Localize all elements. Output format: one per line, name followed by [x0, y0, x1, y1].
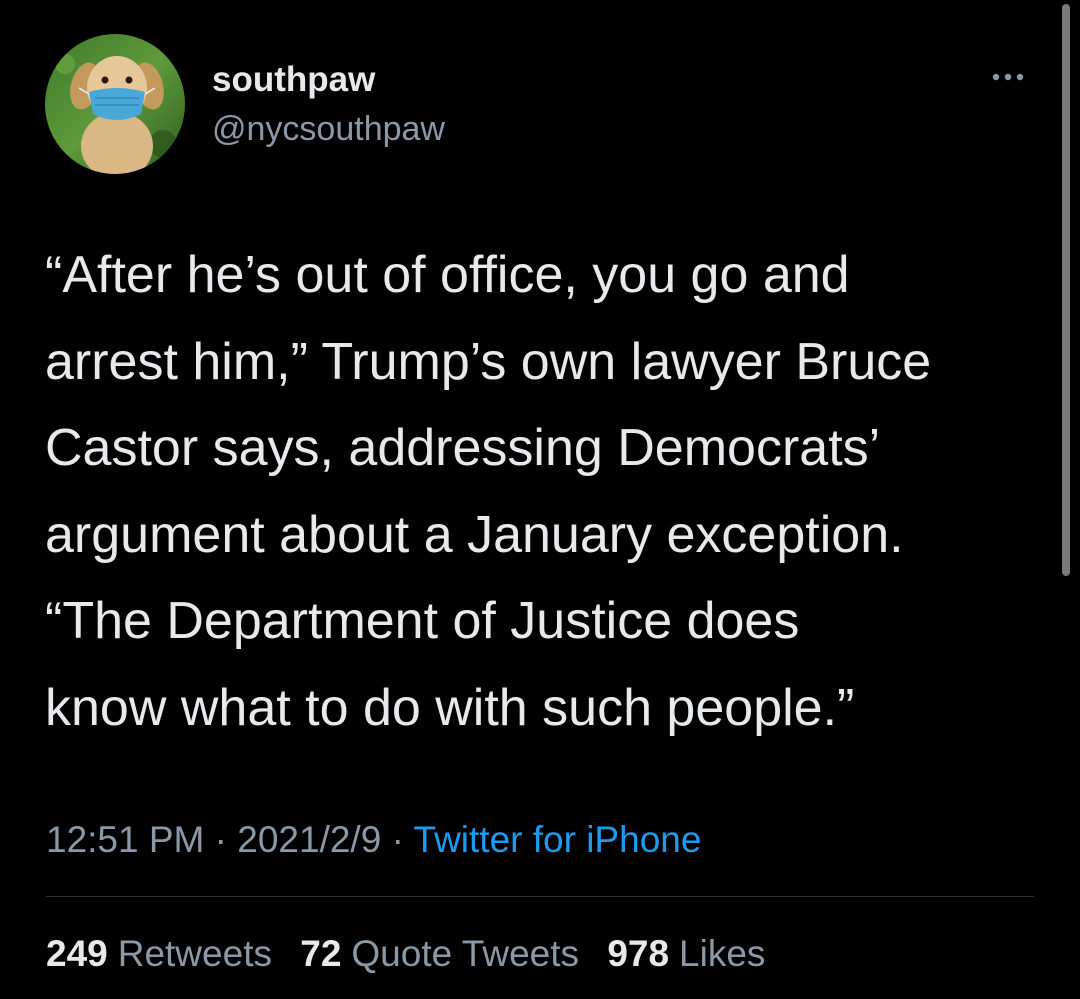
likes-stat[interactable]: 978 Likes [607, 929, 765, 979]
retweets-label: Retweets [117, 933, 272, 974]
tweet-text-line: know what to do with such people.” [45, 678, 855, 737]
meta-separator: · [381, 819, 414, 860]
quote-tweets-count: 72 [300, 933, 342, 974]
retweets-stat[interactable]: 249 Retweets [46, 929, 272, 979]
tweet-text-line: Castor says, addressing Democrats’ [45, 419, 881, 477]
tweet-stats: 249 Retweets 72 Quote Tweets 978 Likes [46, 929, 783, 979]
user-handle[interactable]: @nycsouthpaw [212, 106, 445, 152]
tweet-time[interactable]: 12:51 PM [46, 819, 204, 860]
quote-tweets-stat[interactable]: 72 Quote Tweets [300, 929, 579, 979]
scrollbar[interactable] [1062, 4, 1070, 576]
tweet-text-line: arrest him,” Trump’s own lawyer Bruce [45, 332, 932, 391]
likes-count: 978 [607, 933, 670, 974]
quote-tweets-label: Quote Tweets [351, 933, 580, 974]
divider [46, 896, 1034, 897]
avatar[interactable] [45, 34, 185, 174]
display-name[interactable]: southpaw [212, 56, 375, 104]
tweet-date[interactable]: 2021/2/9 [237, 819, 381, 860]
likes-label: Likes [679, 933, 766, 974]
retweets-count: 249 [46, 933, 108, 974]
tweet-text-line: “The Department of Justice does [45, 592, 800, 650]
more-horizontal-icon[interactable] [984, 62, 1040, 92]
dog-avatar-image [45, 34, 185, 174]
meta-separator: · [204, 819, 238, 860]
tweet-source-link[interactable]: Twitter for iPhone [414, 819, 702, 860]
tweet-text-line: “After he’s out of office, you go and [45, 246, 850, 304]
tweet-text-line: argument about a January exception. [45, 505, 904, 564]
tweet-meta: 12:51 PM · 2021/2/9 · Twitter for iPhone [46, 815, 701, 865]
tweet-text: “After he’s out of office, you go and ar… [45, 232, 1045, 751]
